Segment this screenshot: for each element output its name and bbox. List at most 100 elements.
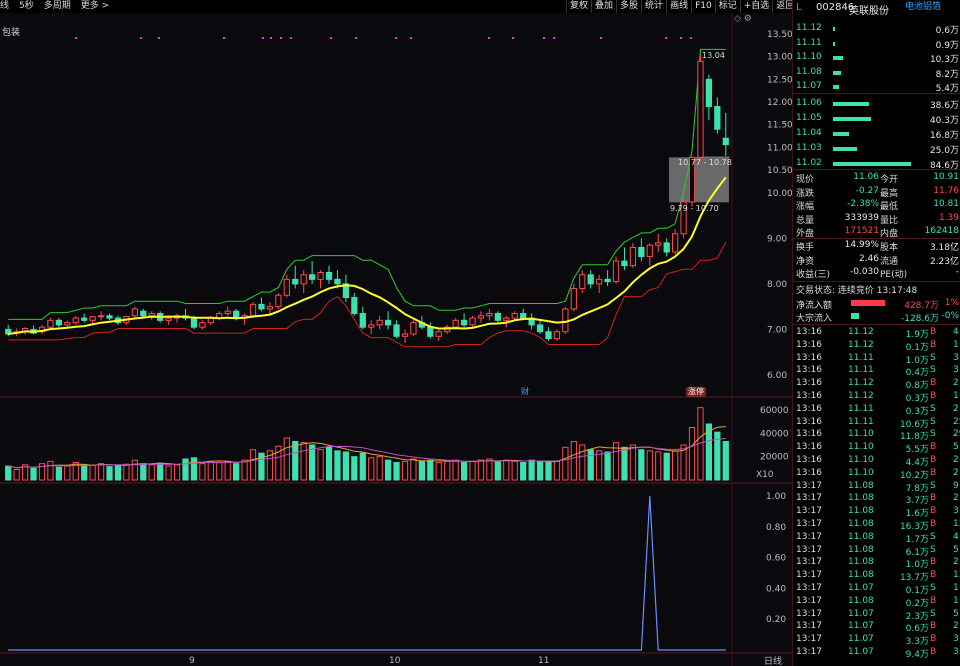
quote-value: 11.76 xyxy=(933,185,959,196)
volume-bar xyxy=(106,466,113,481)
finance-tag[interactable]: 财 xyxy=(519,387,531,397)
sector-link[interactable]: 电池铝箔 xyxy=(905,0,941,12)
tick-volume: 16.3万 xyxy=(899,522,929,532)
period-tab[interactable]: 线 xyxy=(0,0,9,13)
tick-row[interactable]: 13:16 11.12 1.9万 B 4 xyxy=(793,327,960,340)
volume-bar xyxy=(528,459,535,481)
tick-row[interactable]: 13:17 11.08 7.8万 S 9 xyxy=(793,481,960,494)
tick-row[interactable]: 13:16 11.10 4.4万 B 2 xyxy=(793,455,960,468)
limit-up-tag[interactable]: 涨停 xyxy=(686,387,706,397)
period-tab[interactable]: 多周期 xyxy=(44,0,71,13)
signal-dot xyxy=(355,37,357,39)
tick-row[interactable]: 13:16 11.12 0.1万 B 1 xyxy=(793,340,960,353)
candle-body xyxy=(140,310,147,317)
bid-row[interactable]: 11.03 25.0万 xyxy=(793,142,960,156)
tick-row[interactable]: 13:16 11.11 0.4万 S 3 xyxy=(793,365,960,378)
bid-price: 11.02 xyxy=(796,158,822,168)
tick-row[interactable]: 13:17 11.08 0.2万 B 1 xyxy=(793,596,960,609)
candle-body xyxy=(359,313,366,328)
tick-row[interactable]: 13:17 11.07 3.3万 B 3 xyxy=(793,634,960,647)
volume-bar xyxy=(165,465,172,481)
stock-mark: L xyxy=(796,2,802,13)
tick-row[interactable]: 13:16 11.11 10.6万S 25 xyxy=(793,417,960,430)
toolbar-button[interactable]: 多股 xyxy=(616,0,641,13)
tick-row[interactable]: 13:16 11.11 0.3万 S 2 xyxy=(793,404,960,417)
tick-row[interactable]: 13:16 11.10 11.8万S 29 xyxy=(793,429,960,442)
volume-bar xyxy=(604,451,611,481)
tick-row[interactable]: 13:17 11.08 16.3万B 12 xyxy=(793,519,960,532)
candle-body xyxy=(55,319,62,326)
ask-row[interactable]: 11.12 0.6万 xyxy=(793,22,960,36)
ask-row[interactable]: 11.08 8.2万 xyxy=(793,66,960,80)
candle-body xyxy=(325,272,333,280)
tick-row[interactable]: 13:16 11.11 1.0万 S 3 xyxy=(793,353,960,366)
toolbar-button[interactable]: F10 xyxy=(691,0,715,13)
period-label[interactable]: 日线 xyxy=(764,654,782,666)
toolbar-button[interactable]: 画线 xyxy=(666,0,691,13)
tick-price: 11.08 xyxy=(848,570,874,581)
tick-time: 13:17 xyxy=(796,531,822,542)
ask-volume: 0.9万 xyxy=(935,40,959,51)
quote-value: 10.91 xyxy=(933,172,959,182)
ask-row[interactable]: 11.07 5.4万 xyxy=(793,80,960,94)
ask-row[interactable]: 11.11 0.9万 xyxy=(793,37,960,51)
toolbar-button[interactable]: 标记 xyxy=(714,0,740,13)
quote-key: 最低 xyxy=(880,202,899,213)
tick-row[interactable]: 13:17 11.08 1.6万 B 3 xyxy=(793,506,960,519)
tick-time: 13:17 xyxy=(796,480,822,491)
tick-price: 11.08 xyxy=(848,480,874,491)
candle-body xyxy=(317,272,324,280)
tick-row[interactable]: 13:16 11.10 5.5万 B 5 xyxy=(793,442,960,455)
volume-bar xyxy=(477,459,485,481)
quote-value: 162418 xyxy=(924,226,959,237)
tick-row[interactable]: 13:17 11.08 3.7万 B 2 xyxy=(793,493,960,506)
tick-volume: 0.6万 xyxy=(905,624,929,635)
volume-bar xyxy=(384,459,392,481)
sub-tick-label: 0.20 xyxy=(766,615,786,625)
chart-area[interactable]: 13.50 13.00 12.50 12.00 11.50 11.00 10.50 10.00… xyxy=(0,13,792,666)
period-tab[interactable]: 5秒 xyxy=(19,0,34,13)
ask-row[interactable]: 11.10 10.3万 xyxy=(793,51,960,65)
indicator-label[interactable]: 包装 xyxy=(2,25,20,38)
tick-time: 13:17 xyxy=(796,544,822,555)
price-tick-label: 13.00 xyxy=(767,53,792,63)
tick-price: 11.11 xyxy=(848,352,874,363)
tick-price: 11.11 xyxy=(848,403,874,414)
kline-chart[interactable]: 13.50 13.00 12.50 12.00 11.50 11.00 10.50 10.00… xyxy=(0,13,792,666)
toolbar-button[interactable]: 复权 xyxy=(566,0,591,13)
candle-body xyxy=(384,319,392,326)
tick-row[interactable]: 13:17 11.07 9.4万 B 3 xyxy=(793,647,960,660)
tick-row[interactable]: 13:17 11.07 2.3万 S 5 xyxy=(793,609,960,622)
bid-row[interactable]: 11.05 40.3万 xyxy=(793,112,960,126)
bid-row[interactable]: 11.04 16.8万 xyxy=(793,127,960,141)
candle-body xyxy=(97,315,105,318)
volume-bar xyxy=(722,441,729,481)
tick-row[interactable]: 13:16 11.12 0.8万 B 2 xyxy=(793,378,960,391)
tick-side: S xyxy=(930,480,936,491)
tick-row[interactable]: 13:17 11.08 13.7万B 13 xyxy=(793,570,960,583)
period-tab[interactable]: 更多 > xyxy=(81,0,109,13)
tick-side: B xyxy=(930,595,937,606)
tick-row[interactable]: 13:16 11.10 10.2万 B 2 xyxy=(793,468,960,481)
tick-row[interactable]: 13:17 11.08 6.1万 S 5 xyxy=(793,545,960,558)
toolbar-button[interactable]: 统计 xyxy=(641,0,666,13)
tick-row[interactable]: 13:17 11.08 1.7万 S 4 xyxy=(793,532,960,545)
tick-row[interactable]: 13:17 11.07 0.1万 S 1 xyxy=(793,583,960,596)
tick-row[interactable]: 13:17 11.07 0.6万 B 2 xyxy=(793,621,960,634)
tick-side: S xyxy=(930,416,936,427)
tick-side: S xyxy=(930,544,936,555)
lower-band-line xyxy=(8,241,727,348)
toolbar-button[interactable]: +自选 xyxy=(739,0,773,13)
tick-row[interactable]: 13:16 11.12 0.3万 B 1 xyxy=(793,391,960,404)
toolbar-button[interactable]: 叠加 xyxy=(591,0,616,13)
bid-row[interactable]: 11.06 38.6万 xyxy=(793,97,960,111)
volume-bar xyxy=(123,463,130,481)
tick-row[interactable]: 13:17 11.08 1.0万 B 2 xyxy=(793,557,960,570)
tick-count: 3 xyxy=(953,634,959,645)
price-tick-label: 12.00 xyxy=(767,98,792,108)
price-tick-label: 6.00 xyxy=(767,371,787,381)
chart-settings-icon[interactable]: ◇ ⚙ xyxy=(734,14,752,24)
tick-volume: 7.8万 xyxy=(905,483,929,494)
stock-name[interactable]: 英联股份 xyxy=(849,2,889,17)
volume-bar xyxy=(55,466,62,481)
